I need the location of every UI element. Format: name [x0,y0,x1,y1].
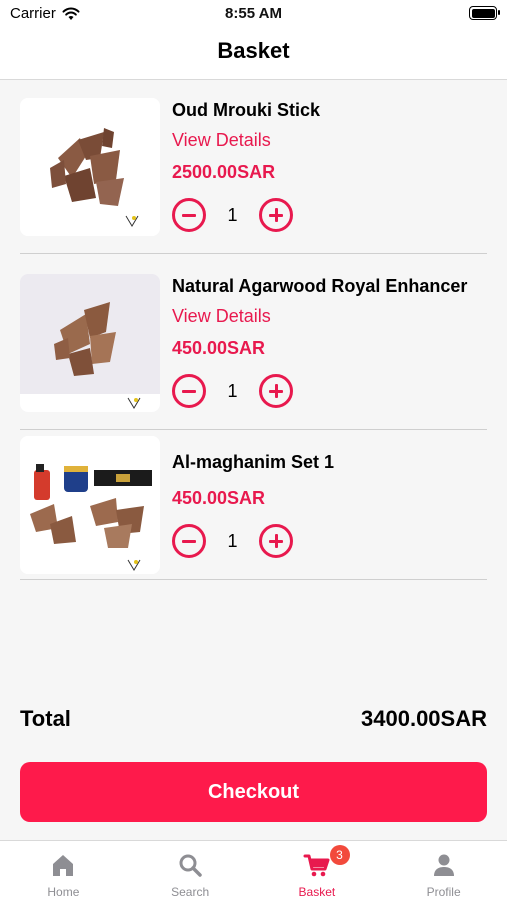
status-time: 8:55 AM [225,5,282,22]
increase-quantity-button[interactable] [259,374,293,408]
plus-icon-vertical [274,534,278,548]
tab-basket[interactable]: 3 Basket [254,841,381,900]
tab-label: Basket [298,885,336,899]
decrease-quantity-button[interactable] [172,524,206,558]
status-bar: Carrier 8:55 AM [0,0,507,28]
product-name: Oud Mrouki Stick [172,100,321,120]
quantity-stepper: 1 [172,198,296,234]
product-image[interactable] [20,436,160,574]
cart-count-badge: 3 [329,845,350,865]
product-price: 2500.00SAR [172,162,276,182]
product-price: 450.00SAR [172,338,266,358]
home-icon [53,855,74,876]
product-image[interactable] [20,98,160,236]
decrease-quantity-button[interactable] [172,198,206,232]
product-name: Natural Agarwood Royal Enhancer [172,276,468,296]
checkout-button[interactable]: Checkout [20,762,487,822]
plus-icon-vertical [274,384,278,398]
tab-label: Profile [426,885,461,899]
product-price: 450.00SAR [172,488,266,508]
total-value: 3400.00SAR [361,706,487,731]
product-image[interactable] [20,274,160,412]
quantity-value: 1 [227,381,238,401]
minus-icon [182,539,196,543]
quantity-value: 1 [227,531,238,551]
minus-icon [182,389,196,393]
basket-item: Oud Mrouki Stick View Details 2500.00SAR… [20,98,487,254]
product-name: Al-maghanim Set 1 [172,452,335,472]
tab-label: Home [47,885,80,899]
agarwood-image [20,98,160,236]
quantity-stepper: 1 [172,524,296,560]
page-title: Basket [217,38,290,63]
plus-icon-vertical [274,208,278,222]
search-icon [179,854,202,877]
tab-home[interactable]: Home [0,841,127,900]
minus-icon [182,213,196,217]
gift-set-image [20,436,160,574]
decrease-quantity-button[interactable] [172,374,206,408]
quantity-value: 1 [227,205,238,225]
view-details-link[interactable]: View Details [172,130,271,151]
tab-label: Search [171,885,210,899]
basket-item: Al-maghanim Set 1 450.00SAR 1 [20,436,487,580]
tab-bar: Home Search 3 Basket Profile [0,840,507,900]
cart-icon [303,854,330,877]
tab-profile[interactable]: Profile [380,841,507,900]
agarwood-image [20,274,160,412]
increase-quantity-button[interactable] [259,524,293,558]
quantity-stepper: 1 [172,374,296,410]
increase-quantity-button[interactable] [259,198,293,232]
battery-icon [469,6,500,20]
view-details-link[interactable]: View Details [172,306,271,327]
profile-icon [433,854,454,876]
tab-search[interactable]: Search [127,841,254,900]
total-label: Total [20,706,71,731]
nav-bar: Basket [0,28,507,80]
basket-item: Natural Agarwood Royal Enhancer View Det… [20,274,487,430]
